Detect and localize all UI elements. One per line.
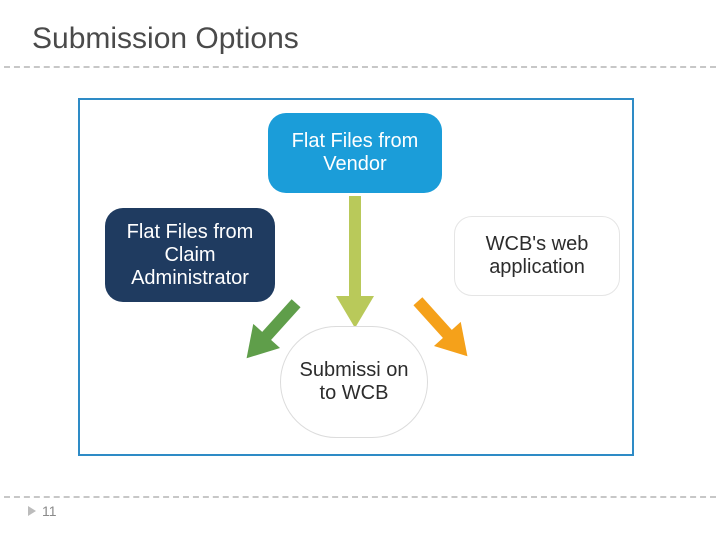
node-label: WCB's web application: [465, 233, 609, 279]
node-flat-files-vendor: Flat Files from Vendor: [268, 113, 442, 193]
slide-title: Submission Options: [32, 22, 299, 56]
node-label: Flat Files from Claim Administrator: [115, 221, 265, 290]
node-submission-to-wcb: Submissi on to WCB: [280, 326, 428, 438]
node-flat-files-claim-admin: Flat Files from Claim Administrator: [105, 208, 275, 302]
node-label: Flat Files from Vendor: [278, 130, 432, 176]
page-number-value: 11: [42, 503, 57, 519]
page-marker-icon: [28, 506, 36, 516]
footer-divider: [4, 496, 716, 498]
arrow-top-to-center: [336, 196, 374, 328]
node-label: Submissi on to WCB: [291, 359, 417, 405]
page-number: 11: [28, 503, 57, 519]
title-divider: [4, 66, 716, 68]
slide: Submission Options Flat Files from Vendo…: [0, 0, 720, 540]
node-wcb-web-app: WCB's web application: [454, 216, 620, 296]
